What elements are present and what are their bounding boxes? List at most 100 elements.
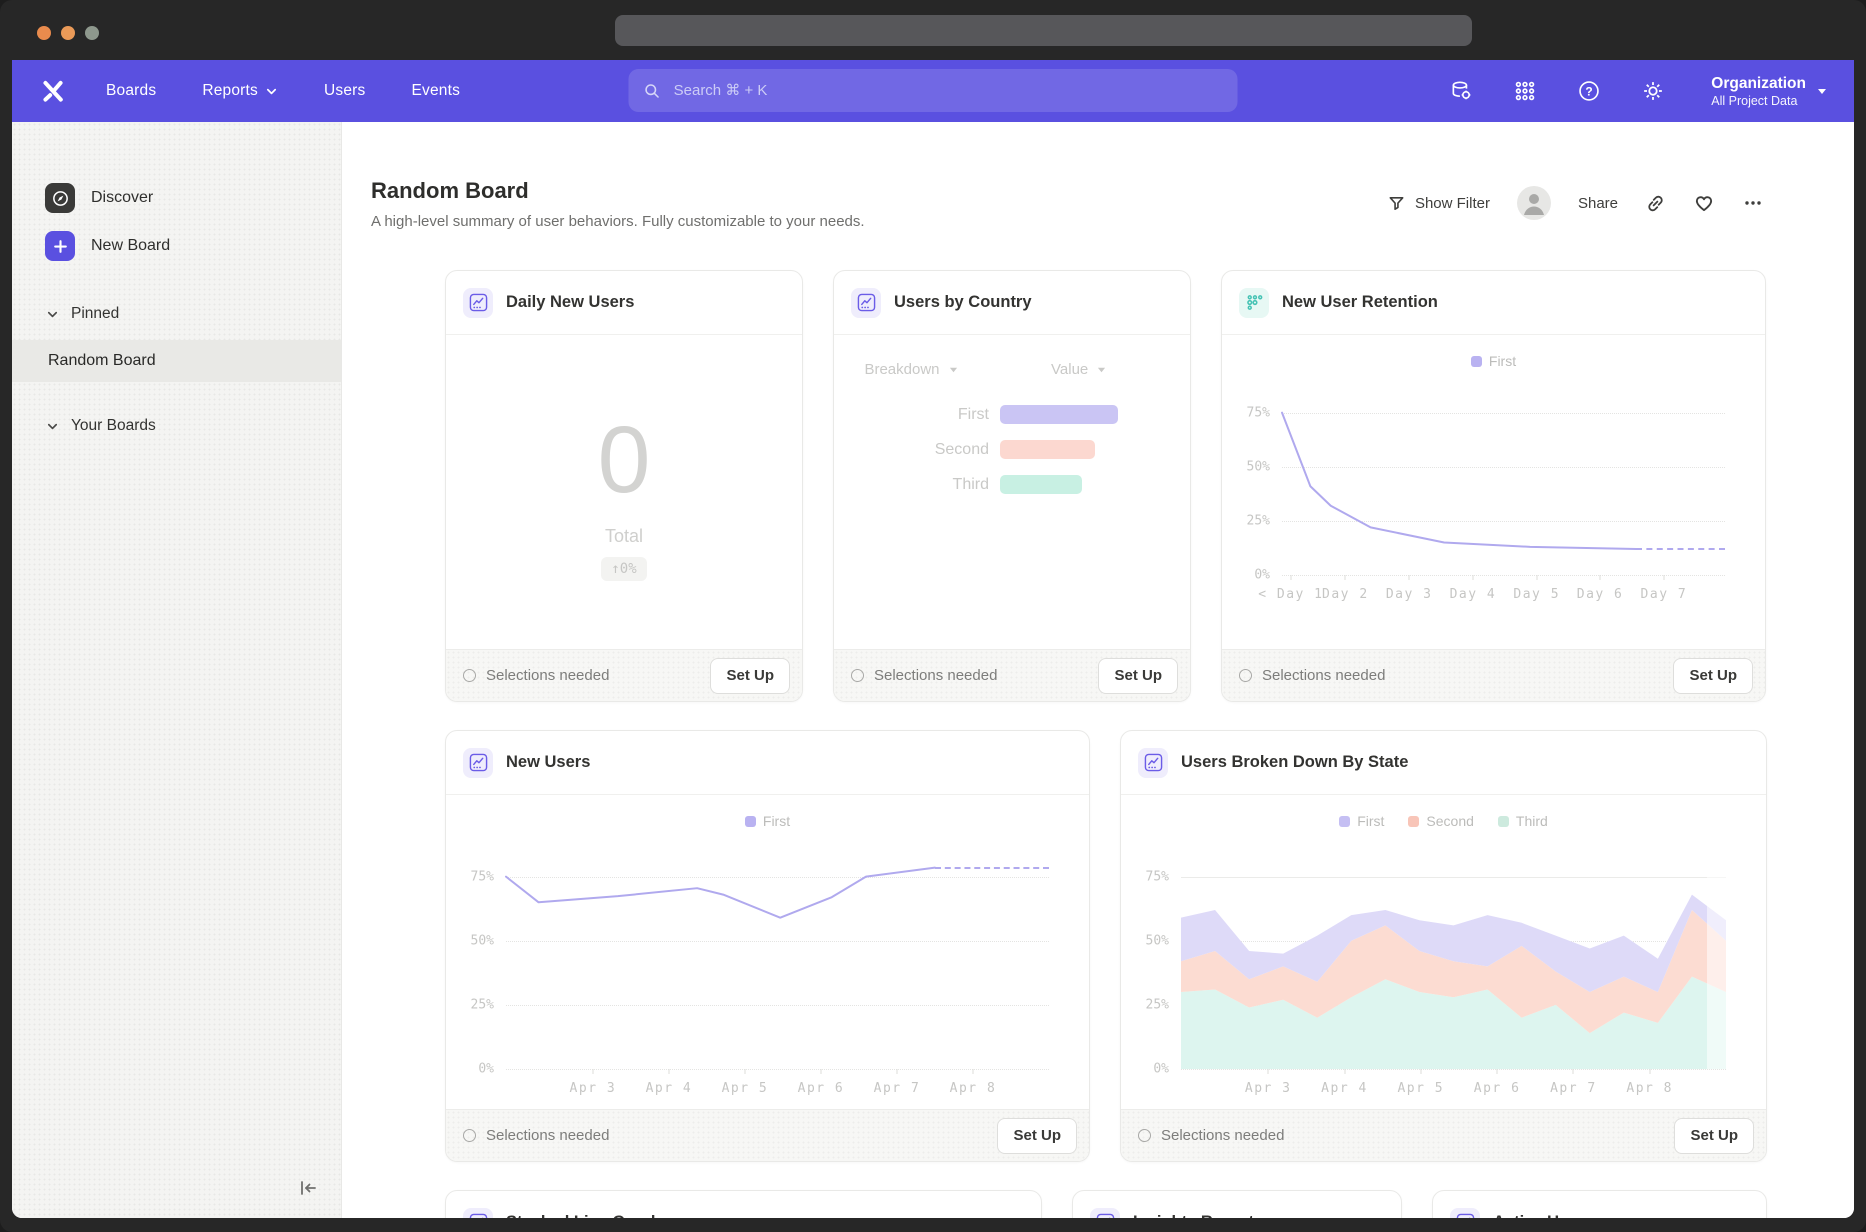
card-new-users: New Users First75%50%25%0%Apr 3Apr 4Apr …: [445, 730, 1090, 1162]
set-up-button[interactable]: Set Up: [710, 658, 790, 694]
kpi-delta-badge: ↑0%: [601, 557, 646, 581]
window-titlebar: [0, 0, 1866, 60]
chevron-down-icon: [45, 307, 60, 322]
chart-legend: FirstSecondThird: [1121, 795, 1766, 833]
bar-third: [1000, 475, 1082, 494]
cards-grid: Daily New Users 0 Total ↑0%: [445, 270, 1767, 1218]
nav-item-boards[interactable]: Boards: [106, 82, 156, 100]
org-name: Organization: [1711, 74, 1806, 93]
insights-chart-icon: [463, 1208, 493, 1219]
cards-row-2: New Users First75%50%25%0%Apr 3Apr 4Apr …: [445, 730, 1767, 1162]
nav-item-reports[interactable]: Reports: [202, 82, 278, 100]
chevron-down-icon: [948, 365, 959, 374]
card-insights-report: Insights Report: [1072, 1190, 1402, 1218]
page-title: Random Board: [371, 178, 865, 204]
discover-compass-icon: [45, 183, 75, 213]
global-search[interactable]: [629, 69, 1238, 112]
insights-chart-icon: [1450, 1208, 1480, 1219]
bar-second: [1000, 440, 1095, 459]
page-subtitle: A high-level summary of user behaviors. …: [371, 213, 865, 230]
card-title: New Users: [506, 753, 590, 772]
more-options-icon[interactable]: [1742, 192, 1764, 214]
search-input[interactable]: [672, 81, 1223, 100]
app-window: Boards Reports Users Events: [12, 60, 1854, 1218]
sidebar-section-pinned[interactable]: Pinned: [12, 294, 341, 334]
sidebar-item-new-board[interactable]: New Board: [12, 222, 341, 270]
value-dropdown[interactable]: Value: [1051, 361, 1107, 378]
status-circle-icon: [463, 669, 476, 682]
nav-item-users[interactable]: Users: [324, 82, 365, 100]
nav-right-icons: ? Organization All Project Data: [1449, 74, 1828, 109]
card-title: Users Broken Down By State: [1181, 753, 1408, 772]
card-active-users: Active Users: [1432, 1190, 1767, 1218]
filter-icon: [1387, 194, 1406, 213]
copy-link-icon[interactable]: [1645, 193, 1666, 214]
sidebar-item-random-board[interactable]: Random Board: [12, 340, 341, 382]
screenshot-stage: Boards Reports Users Events: [0, 0, 1866, 1232]
bar-row: Third: [834, 475, 1190, 494]
plus-icon: [45, 231, 75, 261]
new-users-line-chart: First75%50%25%0%Apr 3Apr 4Apr 5Apr 6Apr …: [446, 795, 1089, 1109]
collapse-sidebar-button[interactable]: [293, 1174, 321, 1202]
chevron-down-icon: [1816, 86, 1828, 96]
chart-legend: First: [446, 795, 1089, 833]
retention-dots-icon: [1239, 288, 1269, 318]
insights-chart-icon: [463, 288, 493, 318]
board-main: Random Board A high-level summary of use…: [342, 122, 1854, 1218]
country-breakdown-table: Breakdown Value: [834, 335, 1190, 494]
share-button[interactable]: Share: [1578, 195, 1618, 212]
insights-chart-icon: [851, 288, 881, 318]
kpi-value: 0: [598, 413, 651, 508]
content-area: Discover New Board Pinned Random Board: [12, 122, 1854, 1218]
card-title: Active Users: [1493, 1213, 1593, 1218]
show-filter-button[interactable]: Show Filter: [1387, 194, 1490, 213]
help-icon[interactable]: ?: [1577, 79, 1601, 103]
card-title: Stacked Line Graph: [506, 1213, 661, 1218]
sidebar-item-discover[interactable]: Discover: [12, 174, 341, 222]
card-daily-new-users: Daily New Users 0 Total ↑0%: [445, 270, 803, 702]
set-up-button[interactable]: Set Up: [1673, 658, 1753, 694]
zoom-window-button[interactable]: [85, 26, 99, 40]
nav-item-events[interactable]: Events: [411, 82, 460, 100]
bar-first: [1000, 405, 1118, 424]
kpi-label: Total: [605, 526, 643, 547]
card-users-by-state: Users Broken Down By State FirstSecondTh…: [1120, 730, 1767, 1162]
status-circle-icon: [463, 1129, 476, 1142]
mixpanel-logo-icon[interactable]: [38, 76, 68, 106]
card-stacked-line-graph: Stacked Line Graph: [445, 1190, 1042, 1218]
set-up-button[interactable]: Set Up: [997, 1118, 1077, 1154]
sidebar: Discover New Board Pinned Random Board: [12, 122, 342, 1218]
sidebar-section-your-boards[interactable]: Your Boards: [12, 406, 341, 446]
apps-grid-icon[interactable]: [1513, 79, 1537, 103]
status-circle-icon: [1138, 1129, 1151, 1142]
nav-items: Boards Reports Users Events: [106, 82, 460, 100]
status-circle-icon: [851, 669, 864, 682]
cards-row-3: Stacked Line Graph: [445, 1190, 1767, 1218]
cards-row-1: Daily New Users 0 Total ↑0%: [445, 270, 1767, 702]
set-up-button[interactable]: Set Up: [1674, 1118, 1754, 1154]
avatar[interactable]: [1517, 186, 1551, 220]
bar-row: Second: [834, 440, 1190, 459]
breakdown-dropdown[interactable]: Breakdown: [834, 361, 989, 378]
bar-row: First: [834, 405, 1190, 424]
minimize-window-button[interactable]: [61, 26, 75, 40]
set-up-button[interactable]: Set Up: [1098, 658, 1178, 694]
board-header: Random Board A high-level summary of use…: [342, 178, 1854, 230]
card-users-by-country: Users by Country Breakdown: [833, 270, 1191, 702]
org-switcher[interactable]: Organization All Project Data: [1711, 74, 1828, 109]
card-title: Daily New Users: [506, 293, 634, 312]
settings-gear-icon[interactable]: [1641, 79, 1665, 103]
chevron-down-icon: [1096, 365, 1107, 374]
card-title: New User Retention: [1282, 293, 1438, 312]
kpi-block: 0 Total ↑0%: [446, 335, 802, 649]
browser-address-bar[interactable]: [615, 15, 1472, 46]
favorite-heart-icon[interactable]: [1693, 192, 1715, 214]
retention-line-chart: First75%50%25%0%< Day 1Day 2Day 3Day 4Da…: [1222, 335, 1765, 649]
close-window-button[interactable]: [37, 26, 51, 40]
data-management-icon[interactable]: [1449, 79, 1473, 103]
chevron-down-icon: [45, 419, 60, 434]
insights-chart-icon: [1090, 1208, 1120, 1219]
status-circle-icon: [1239, 669, 1252, 682]
chart-legend: First: [1222, 335, 1765, 373]
state-stacked-area-chart: FirstSecondThird75%50%25%0%Apr 3Apr 4Apr…: [1121, 795, 1766, 1109]
